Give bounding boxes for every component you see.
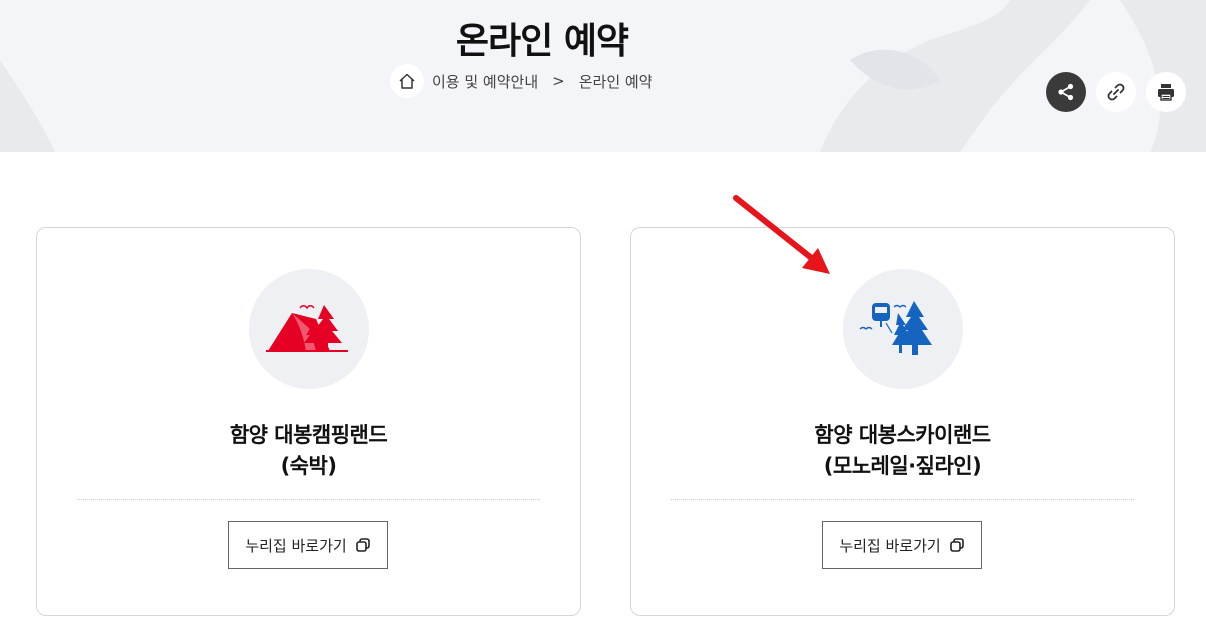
print-button[interactable]	[1146, 72, 1186, 112]
visit-website-button[interactable]: 누리집 바로가기	[822, 521, 982, 569]
page-title: 온라인 예약	[455, 21, 629, 62]
breadcrumb-item-guide[interactable]: 이용 및 예약안내	[432, 71, 538, 92]
card-title-line2: (숙박)	[280, 454, 337, 478]
card-divider	[77, 499, 540, 500]
new-window-icon	[949, 538, 964, 552]
visit-website-button[interactable]: 누리집 바로가기	[228, 521, 388, 569]
breadcrumb-item-online-reservation[interactable]: 온라인 예약	[579, 71, 653, 92]
monorail-trees-icon	[859, 301, 932, 355]
page-tools	[1046, 72, 1186, 112]
card-camping-land: 함양 대봉캠핑랜드 (숙박) 누리집 바로가기	[36, 227, 581, 616]
home-icon	[399, 73, 415, 89]
visit-website-label: 누리집 바로가기	[245, 536, 347, 555]
card-icon-circle	[249, 269, 369, 389]
card-divider	[671, 499, 1134, 500]
link-icon	[1107, 83, 1125, 101]
card-sky-land: 함양 대봉스카이랜드 (모노레일·짚라인) 누리집 바로가기	[630, 227, 1175, 616]
tent-trees-icon	[266, 305, 348, 352]
breadcrumb: 이용 및 예약안내 > 온라인 예약	[390, 64, 653, 98]
home-button[interactable]	[390, 64, 424, 98]
page-header: 온라인 예약 이용 및 예약안내 > 온라인 예약	[0, 0, 1206, 152]
breadcrumb-separator: >	[552, 72, 565, 90]
card-title: 함양 대봉캠핑랜드 (숙박)	[37, 420, 580, 482]
print-icon	[1158, 84, 1174, 101]
card-title-line1: 함양 대봉캠핑랜드	[229, 423, 388, 447]
card-title: 함양 대봉스카이랜드 (모노레일·짚라인)	[631, 420, 1174, 482]
annotation-arrow	[733, 195, 830, 274]
copy-link-button[interactable]	[1096, 72, 1136, 112]
visit-website-label: 누리집 바로가기	[839, 536, 941, 555]
share-button[interactable]	[1046, 72, 1086, 112]
card-icon-circle	[843, 269, 963, 389]
new-window-icon	[355, 538, 370, 552]
card-title-line1: 함양 대봉스카이랜드	[814, 423, 991, 447]
card-title-line2: (모노레일·짚라인)	[823, 454, 982, 478]
share-icon	[1058, 83, 1074, 101]
